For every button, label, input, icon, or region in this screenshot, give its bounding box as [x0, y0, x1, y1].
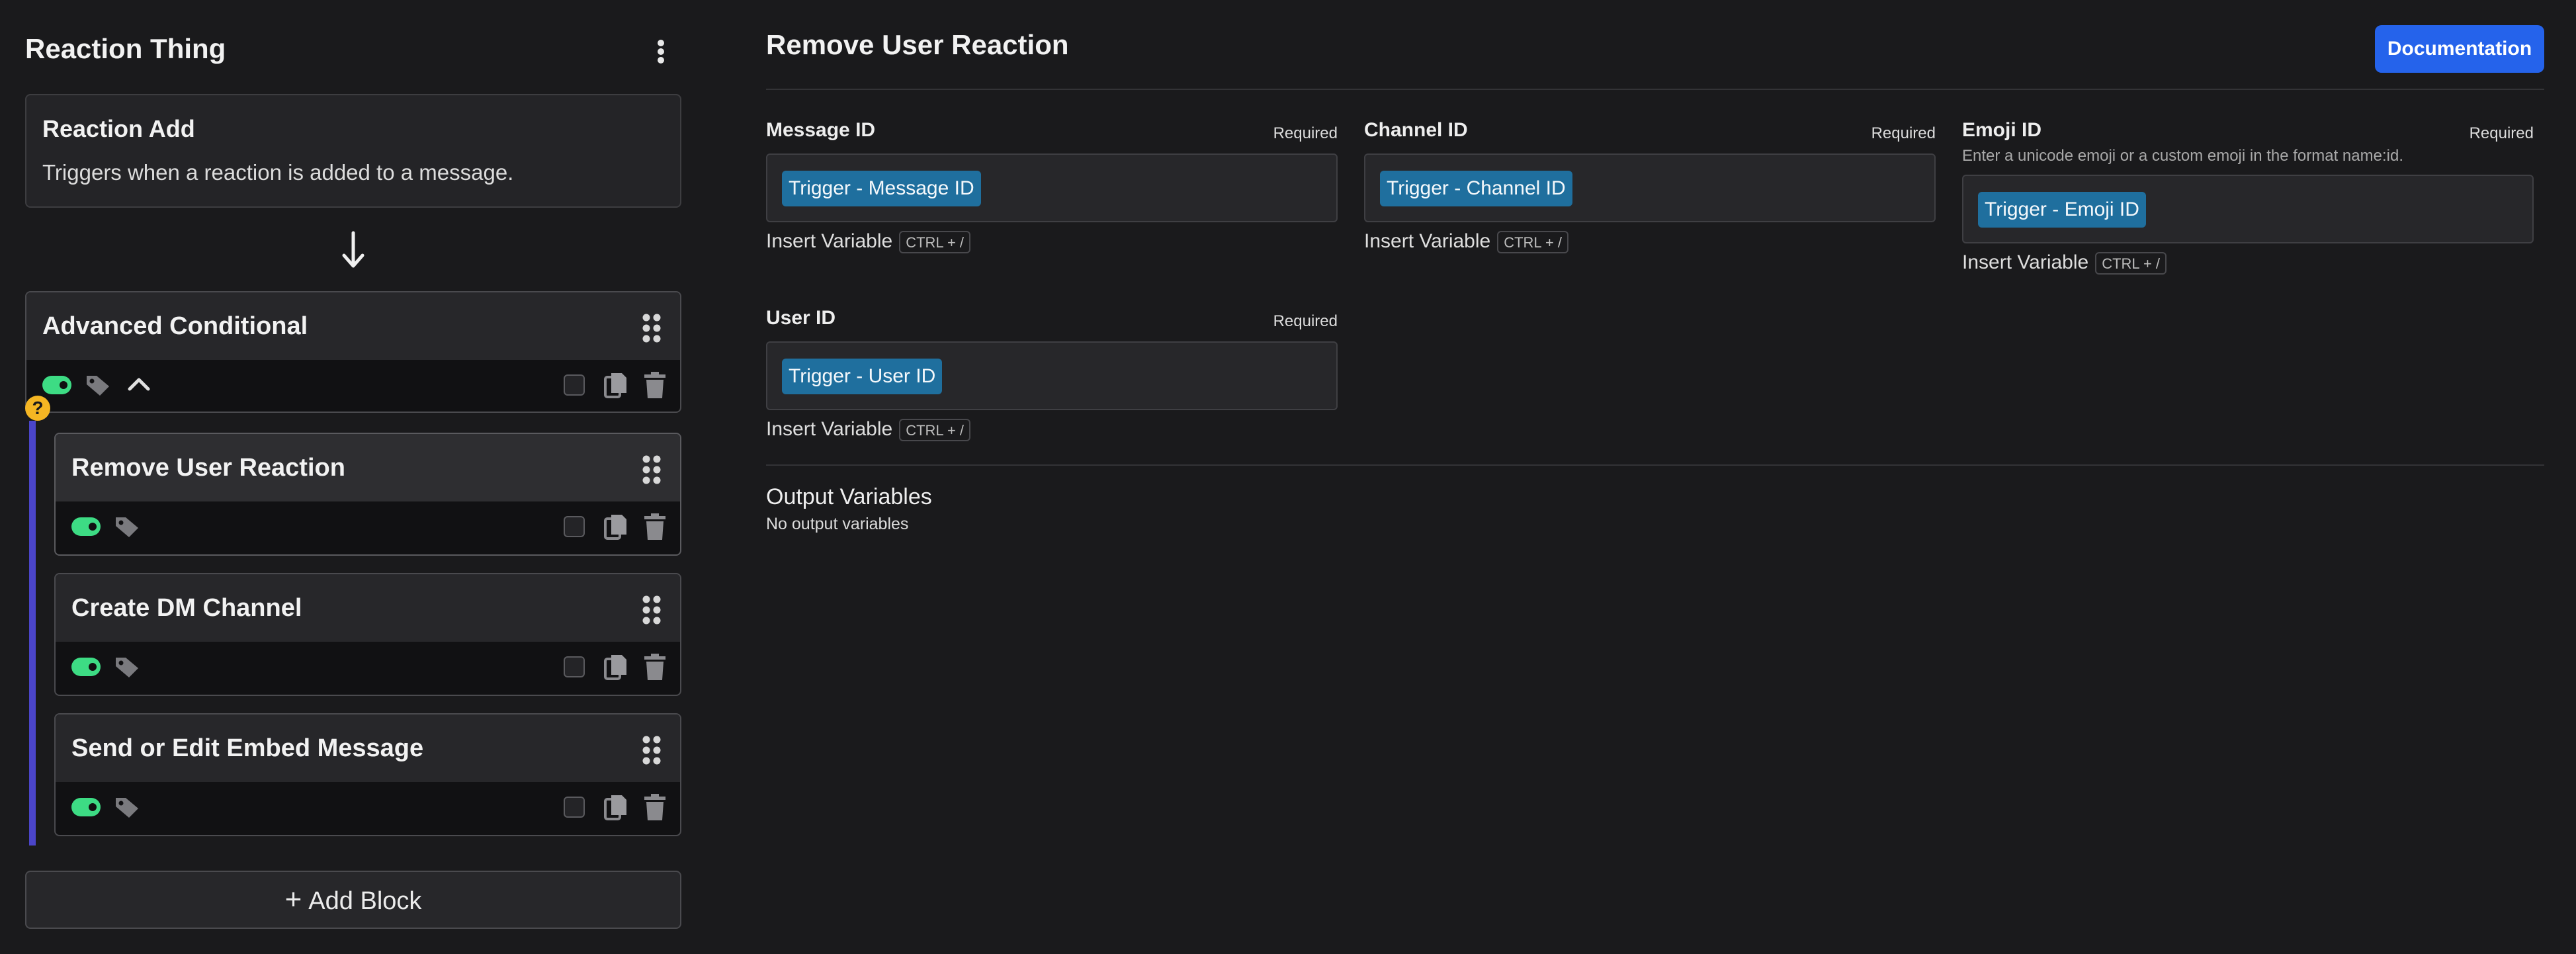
drag-handle-icon[interactable]	[642, 736, 662, 765]
block-title: Create DM Channel	[71, 594, 302, 622]
trash-icon[interactable]	[643, 652, 667, 681]
tag-icon[interactable]	[114, 795, 140, 819]
select-checkbox[interactable]	[564, 374, 585, 396]
copy-icon[interactable]	[603, 370, 628, 400]
required-label: Required	[1273, 124, 1338, 142]
enable-toggle[interactable]	[71, 517, 101, 536]
variable-chip[interactable]: Trigger - User ID	[782, 359, 943, 394]
trash-icon[interactable]	[643, 512, 667, 541]
block-advanced-conditional[interactable]: Advanced Conditional	[25, 291, 681, 413]
help-icon[interactable]: ?	[25, 396, 50, 421]
field-label: Emoji ID	[1962, 119, 2042, 141]
shortcut-hint: CTRL + /	[1497, 231, 1569, 254]
block-remove-user-reaction[interactable]: Remove User Reaction	[54, 433, 681, 556]
field-label: Message ID	[766, 119, 876, 141]
block-title: Send or Edit Embed Message	[71, 734, 424, 762]
copy-icon[interactable]	[603, 652, 628, 681]
copy-icon[interactable]	[603, 793, 628, 822]
shortcut-hint: CTRL + /	[899, 419, 971, 442]
trigger-title: Reaction Add	[42, 115, 195, 142]
block-header: Create DM Channel	[56, 574, 680, 642]
user-id-input[interactable]: Trigger - User ID	[766, 341, 1338, 410]
trigger-card[interactable]: Reaction Add Triggers when a reaction is…	[25, 94, 681, 208]
block-title: Remove User Reaction	[71, 454, 345, 482]
message-id-field: Message ID Required Trigger - Message ID…	[766, 119, 1338, 265]
block-header: Remove User Reaction	[56, 434, 680, 501]
insert-variable-link[interactable]: Insert Variable CTRL + /	[766, 418, 971, 442]
required-label: Required	[1273, 312, 1338, 330]
header-divider	[766, 89, 2544, 90]
block-send-or-edit-embed-message[interactable]: Send or Edit Embed Message	[54, 713, 681, 836]
emoji-id-input[interactable]: Trigger - Emoji ID	[1962, 175, 2534, 243]
tag-icon[interactable]	[114, 655, 140, 679]
tag-icon[interactable]	[114, 515, 140, 539]
nesting-rail	[29, 421, 36, 846]
editor-title: Remove User Reaction	[766, 29, 1069, 60]
field-label: Channel ID	[1364, 119, 1468, 141]
message-id-input[interactable]: Trigger - Message ID	[766, 153, 1338, 222]
add-block-button[interactable]: + Add Block	[25, 871, 681, 929]
shortcut-hint: CTRL + /	[899, 231, 971, 254]
output-variables-title: Output Variables	[766, 484, 932, 509]
block-editor: Remove User Reaction Documentation Messa…	[766, 0, 2546, 954]
enable-toggle[interactable]	[42, 376, 71, 394]
shortcut-hint: CTRL + /	[2095, 252, 2167, 275]
output-variables-empty: No output variables	[766, 515, 909, 533]
select-checkbox[interactable]	[564, 656, 585, 677]
block-header: Send or Edit Embed Message	[56, 715, 680, 782]
enable-toggle[interactable]	[71, 798, 101, 816]
user-id-field: User ID Required Trigger - User ID Inser…	[766, 307, 1338, 453]
variable-chip[interactable]: Trigger - Channel ID	[1380, 171, 1572, 206]
documentation-button[interactable]: Documentation	[2375, 25, 2544, 73]
plus-icon: +	[284, 883, 302, 916]
drag-handle-icon[interactable]	[642, 595, 662, 625]
variable-chip[interactable]: Trigger - Message ID	[782, 171, 981, 206]
insert-variable-link[interactable]: Insert Variable CTRL + /	[1364, 230, 1569, 254]
required-label: Required	[2469, 124, 2534, 142]
drag-handle-icon[interactable]	[642, 455, 662, 484]
required-label: Required	[1871, 124, 1936, 142]
select-checkbox[interactable]	[564, 516, 585, 537]
add-block-label: Add Block	[308, 887, 422, 915]
trash-icon[interactable]	[643, 793, 667, 822]
block-title: Advanced Conditional	[42, 312, 308, 340]
channel-id-input[interactable]: Trigger - Channel ID	[1364, 153, 1936, 222]
insert-variable-link[interactable]: Insert Variable CTRL + /	[766, 230, 971, 254]
workflow-panel: Reaction Thing Reaction Add Triggers whe…	[25, 0, 681, 954]
chevron-up-icon[interactable]	[126, 374, 152, 394]
enable-toggle[interactable]	[71, 658, 101, 676]
workflow-title: Reaction Thing	[25, 33, 226, 64]
arrow-down-icon	[342, 231, 365, 268]
more-options-icon[interactable]	[652, 37, 669, 66]
select-checkbox[interactable]	[564, 797, 585, 818]
block-create-dm-channel[interactable]: Create DM Channel	[54, 573, 681, 696]
emoji-id-field: Emoji ID Required Enter a unicode emoji …	[1962, 119, 2534, 284]
field-label: User ID	[766, 307, 836, 329]
drag-handle-icon[interactable]	[642, 314, 662, 343]
insert-variable-link[interactable]: Insert Variable CTRL + /	[1962, 251, 2167, 275]
field-hint: Enter a unicode emoji or a custom emoji …	[1962, 147, 2403, 165]
section-divider	[766, 464, 2544, 466]
trash-icon[interactable]	[643, 370, 667, 400]
block-header: Advanced Conditional	[26, 292, 680, 360]
trigger-description: Triggers when a reaction is added to a m…	[42, 160, 514, 185]
tag-icon[interactable]	[85, 373, 111, 397]
variable-chip[interactable]: Trigger - Emoji ID	[1978, 192, 2146, 228]
channel-id-field: Channel ID Required Trigger - Channel ID…	[1364, 119, 1936, 265]
copy-icon[interactable]	[603, 512, 628, 541]
